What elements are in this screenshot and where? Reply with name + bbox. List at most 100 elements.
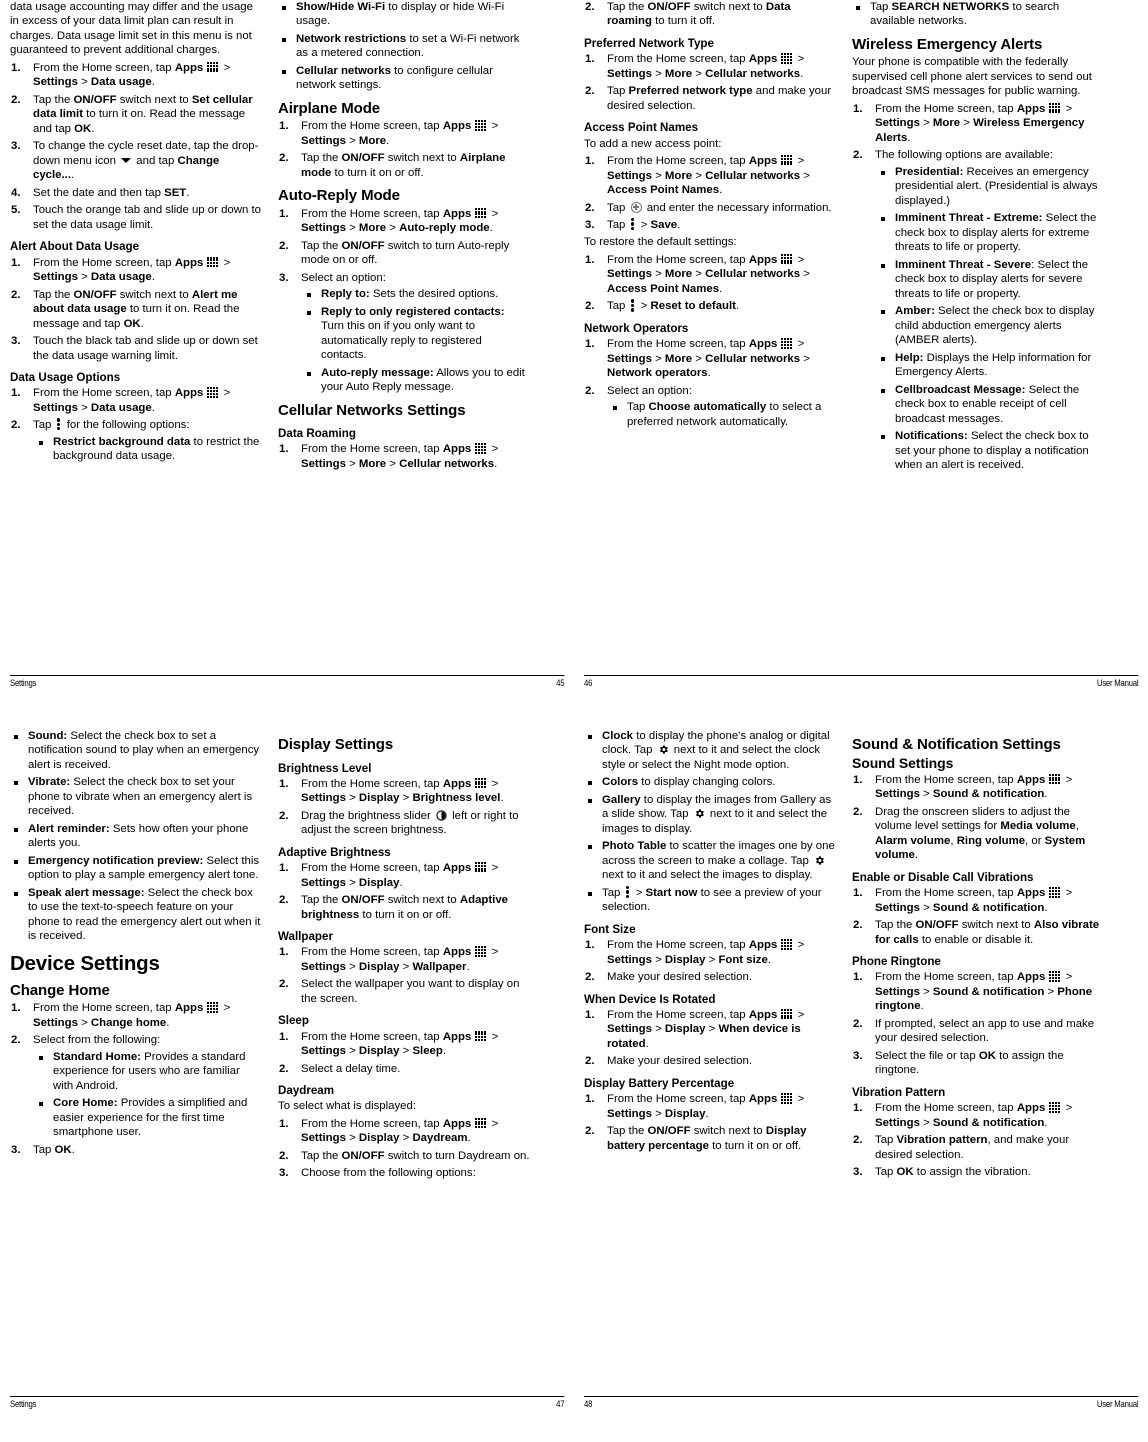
- bullet-item: Help: Displays the Help information for …: [875, 351, 1104, 380]
- step-number: 1.: [279, 120, 289, 133]
- page-title: Device Settings: [10, 951, 160, 975]
- step-number: 1.: [279, 862, 289, 875]
- step-item: 3. Select the file or tap OK to assign th…: [852, 1049, 1104, 1078]
- numbered-step-list: 1. From the Home screen, tap Apps > Setti…: [852, 773, 1104, 863]
- bullet-item: Restrict background data to restrict the…: [33, 435, 262, 464]
- step-number: 2.: [11, 1034, 21, 1047]
- section-heading: Display Settings: [278, 736, 394, 753]
- apps-grid-icon: [475, 862, 487, 873]
- bullet-item: Presidential: Receives an emergency pres…: [875, 165, 1104, 208]
- step-text: Tap Preferred network type and make your…: [607, 85, 832, 112]
- step-text: Tap and enter the necessary information.: [607, 201, 832, 214]
- apps-grid-icon: [781, 939, 793, 950]
- bullet-item: Show/Hide Wi-Fi to display or hide Wi-Fi…: [278, 0, 530, 29]
- step-item: 1. From the Home screen, tap Apps > Setti…: [852, 773, 1104, 802]
- bullet-item: Imminent Threat - Extreme: Select the ch…: [875, 211, 1104, 254]
- text-column-1: 2. Tap the ON/OFF switch next to Data roa…: [584, 0, 836, 661]
- apps-grid-icon: [1049, 971, 1061, 982]
- numbered-step-list: 1. From the Home screen, tap Apps > Setti…: [278, 777, 530, 838]
- text-column-1: Sound: Select the check box to set a not…: [10, 729, 262, 1382]
- step-number: 1.: [11, 61, 21, 74]
- bullet-item: Auto-reply message: Allows you to edit y…: [301, 366, 530, 395]
- manual-page-user-manual: 2. Tap the ON/OFF switch next to Data roa…: [574, 0, 1148, 721]
- step-item: 2. Tap the ON/OFF switch next to Airplane…: [278, 151, 530, 180]
- text-column-2: Tap SEARCH NETWORKS to search available …: [852, 0, 1104, 661]
- step-number: 2.: [585, 85, 595, 98]
- step-item: 2. Tap the ON/OFF switch to turn Daydream…: [278, 1149, 530, 1163]
- bullet-item: Gallery to display the images from Galle…: [584, 793, 836, 836]
- page-content: Sound: Select the check box to set a not…: [10, 729, 564, 1382]
- step-item: 1. From the Home screen, tap Apps > Setti…: [278, 945, 530, 974]
- subsection-heading: Network Operators: [584, 321, 689, 335]
- apps-grid-icon: [781, 155, 793, 166]
- step-item: 2. Tap for the following options: Restrict…: [10, 418, 262, 463]
- step-number: 2.: [279, 894, 289, 907]
- step-number: 3.: [279, 1167, 289, 1180]
- step-item: 1. From the Home screen, tap Apps > Setti…: [584, 1008, 836, 1051]
- step-number: 2.: [11, 419, 21, 432]
- bullet-item: Reply to only registered contacts: Turn …: [301, 305, 530, 363]
- text-column-1: Clock to display the phone's analog or d…: [584, 729, 836, 1382]
- step-number: 1.: [585, 939, 595, 952]
- step-text: From the Home screen, tap Apps > Setting…: [607, 155, 810, 197]
- step-number: 3.: [279, 271, 289, 284]
- numbered-step-list: 1. From the Home screen, tap Apps > Setti…: [278, 119, 530, 180]
- step-number: 3.: [11, 335, 21, 348]
- apps-grid-icon: [207, 256, 219, 268]
- step-item: 1. From the Home screen, tap Apps > Setti…: [278, 442, 530, 471]
- bullet-item: Clock to display the phone's analog or d…: [584, 729, 836, 772]
- step-number: 2.: [585, 971, 595, 984]
- numbered-step-list: 1. From the Home screen, tap Apps > Setti…: [584, 938, 836, 984]
- step-text: If prompted, select an app to use and ma…: [875, 1017, 1095, 1045]
- step-item: 1. From the Home screen, tap Apps > Setti…: [278, 207, 530, 236]
- step-item: 2. Select an option: Tap Choose automatica…: [584, 384, 836, 429]
- step-number: 1.: [279, 1030, 289, 1043]
- apps-grid-icon: [475, 1030, 487, 1042]
- step-number: 2.: [279, 1149, 289, 1162]
- nested-bullet-list: Restrict background data to restrict the…: [33, 435, 262, 464]
- overflow-menu-icon: [630, 217, 636, 231]
- step-number: 2.: [279, 1062, 289, 1075]
- gear-icon: [658, 744, 669, 755]
- numbered-step-list: 1. From the Home screen, tap Apps > Setti…: [10, 256, 262, 363]
- brightness-slider-icon: [436, 810, 447, 821]
- subsection-heading: Adaptive Brightness: [278, 845, 391, 859]
- step-item: 1. From the Home screen, tap Apps > Setti…: [852, 1101, 1104, 1130]
- bullet-item: Tap SEARCH NETWORKS to search available …: [852, 0, 1104, 29]
- bullet-item: Speak alert message: Select the check bo…: [10, 886, 262, 944]
- step-text: From the Home screen, tap Apps > Setting…: [607, 53, 805, 80]
- step-text: Tap OK.: [33, 1143, 75, 1156]
- subsection-heading: Sleep: [278, 1014, 309, 1028]
- apps-grid-icon: [781, 1008, 793, 1020]
- text-column-2: Sound & Notification Settings Sound Setti…: [852, 729, 1104, 1382]
- step-item: 1. From the Home screen, tap Apps > Setti…: [852, 102, 1104, 145]
- step-item: 1. From the Home screen, tap Apps > Setti…: [278, 777, 530, 806]
- subsection-heading: Preferred Network Type: [584, 36, 714, 50]
- step-text: Tap OK to assign the vibration.: [875, 1166, 1031, 1179]
- apps-grid-icon: [475, 207, 487, 219]
- section-heading: Cellular Networks Settings: [278, 401, 466, 419]
- apps-grid-icon: [1049, 102, 1061, 114]
- section-heading: Sound & Notification Settings: [852, 736, 1061, 753]
- step-number: 1.: [585, 253, 595, 266]
- step-number: 2.: [853, 149, 863, 162]
- step-number: 2.: [853, 1017, 863, 1030]
- gear-icon: [814, 855, 825, 866]
- step-item: 2. Tap and enter the necessary informatio…: [584, 201, 836, 215]
- step-number: 2.: [585, 201, 595, 214]
- step-number: 1.: [585, 1093, 595, 1106]
- step-text: From the Home screen, tap Apps > Setting…: [607, 1093, 805, 1120]
- apps-grid-icon: [781, 53, 793, 64]
- apps-grid-icon: [207, 1002, 219, 1013]
- step-number: 1.: [279, 777, 289, 790]
- bullet-item: Sound: Select the check box to set a not…: [10, 729, 262, 772]
- numbered-step-list: 1. From the Home screen, tap Apps > Setti…: [852, 1101, 1104, 1179]
- footer-right: User Manual: [1096, 1399, 1139, 1410]
- step-text: From the Home screen, tap Apps > Setting…: [33, 256, 231, 284]
- step-number: 1.: [853, 102, 863, 115]
- step-text: Tap > Save.: [607, 217, 681, 231]
- numbered-step-list: 1. From the Home screen, tap Apps > Setti…: [10, 61, 262, 232]
- bullet-item: Reply to: Sets the desired options.: [301, 287, 530, 301]
- step-item: 2. Tap the ON/OFF switch to turn Auto-rep…: [278, 239, 530, 268]
- section-heading: Auto-Reply Mode: [278, 187, 400, 205]
